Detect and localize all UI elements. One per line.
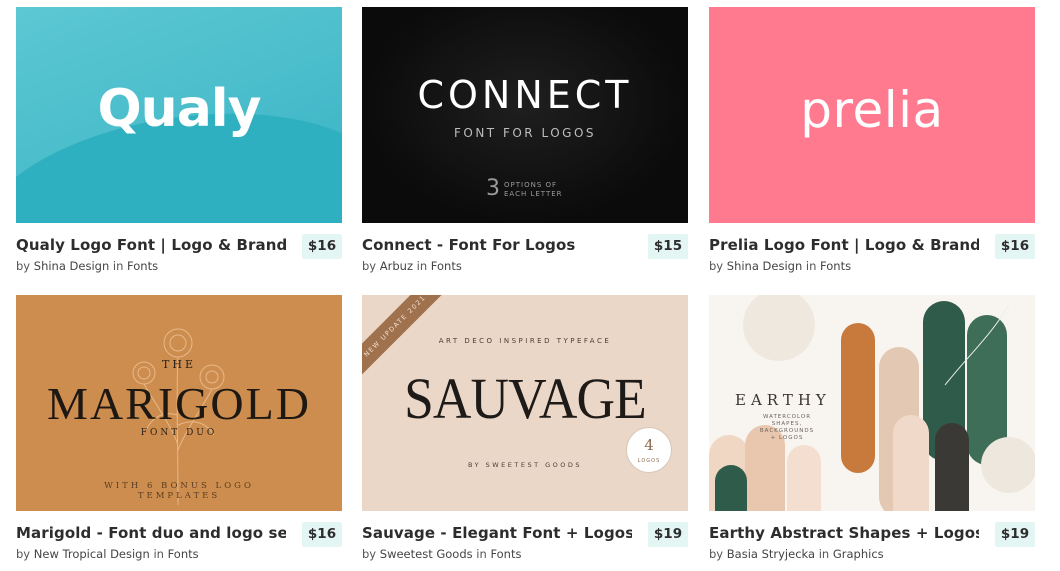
product-thumbnail[interactable]: prelia — [709, 7, 1035, 223]
product-meta: Prelia Logo Font | Logo & Branding by Sh… — [709, 223, 1035, 275]
thumbnail-logo-text: CONNECT — [417, 73, 633, 117]
options-text: OPTIONS OF EACH LETTER — [504, 177, 563, 199]
thumbnail-logo-text: Qualy — [97, 79, 261, 139]
thumbnail-logo-text: SAUVAGE — [404, 366, 647, 431]
author-link[interactable]: Sweetest Goods — [380, 547, 473, 561]
category-link[interactable]: Fonts — [127, 259, 158, 273]
badge-number: 4 — [644, 436, 654, 454]
product-card[interactable]: THE MARIGOLD FONT DUO WITH 6 BONUS LOGO … — [16, 295, 342, 563]
product-byline: by Arbuz in Fonts — [362, 259, 462, 273]
category-link[interactable]: Graphics — [833, 547, 884, 561]
by-label: by — [362, 547, 377, 561]
product-meta: Sauvage - Elegant Font + Logos by Sweete… — [362, 511, 688, 563]
product-title[interactable]: Sauvage - Elegant Font + Logos — [362, 524, 632, 542]
category-link[interactable]: Fonts — [168, 547, 199, 561]
bonus-line-1: WITH 6 BONUS LOGO — [104, 481, 254, 491]
thumbnail-logo-text: MARIGOLD — [47, 378, 311, 429]
bonus-line-2: TEMPLATES — [137, 491, 221, 501]
author-link[interactable]: Arbuz — [380, 259, 413, 273]
product-card[interactable]: CONNECT FONT FOR LOGOS 3 OPTIONS OF EACH… — [362, 7, 688, 275]
sub-line-3: + LOGOS — [770, 435, 804, 441]
product-meta: Marigold - Font duo and logo set by New … — [16, 511, 342, 563]
product-title[interactable]: Qualy Logo Font | Logo & Branding — [16, 236, 286, 254]
price-badge: $16 — [302, 522, 342, 547]
product-meta: Earthy Abstract Shapes + Logos by Basia … — [709, 511, 1035, 563]
category-link[interactable]: Fonts — [820, 259, 851, 273]
product-thumbnail[interactable]: CONNECT FONT FOR LOGOS 3 OPTIONS OF EACH… — [362, 7, 688, 223]
author-link[interactable]: Shina Design — [34, 259, 109, 273]
category-link[interactable]: Fonts — [431, 259, 462, 273]
author-link[interactable]: New Tropical Design — [34, 547, 150, 561]
in-label: in — [153, 547, 164, 561]
price-badge: $15 — [648, 234, 688, 259]
product-byline: by Sweetest Goods in Fonts — [362, 547, 521, 561]
thumbnail-badge: 4 LOGOS — [626, 427, 672, 473]
product-card[interactable]: EARTHY WATERCOLOR SHAPES, BACKGROUNDS + … — [709, 295, 1035, 563]
product-title[interactable]: Prelia Logo Font | Logo & Branding — [709, 236, 979, 254]
product-title[interactable]: Connect - Font For Logos — [362, 236, 632, 254]
in-label: in — [805, 259, 817, 273]
thumbnail-tagline: ART DECO INSPIRED TYPEFACE — [438, 337, 612, 345]
thumbnail-subtitle: FONT FOR LOGOS — [453, 126, 597, 140]
product-card[interactable]: Qualy Qualy Logo Font | Logo & Branding … — [16, 7, 342, 275]
badge-label: LOGOS — [637, 458, 661, 464]
product-card[interactable]: NEW UPDATE 2021 ART DECO INSPIRED TYPEFA… — [362, 295, 688, 563]
by-label: by — [16, 259, 31, 273]
in-label: in — [112, 259, 124, 273]
thumbnail-bonus-note: WITH 6 BONUS LOGO TEMPLATES — [16, 481, 342, 501]
category-link[interactable]: Fonts — [490, 547, 521, 561]
by-label: by — [709, 547, 724, 561]
author-link[interactable]: Shina Design — [727, 259, 802, 273]
price-badge: $19 — [995, 522, 1035, 547]
sub-line-2: BACKGROUNDS — [759, 428, 815, 434]
thumbnail-logo-text: prelia — [800, 81, 944, 139]
product-byline: by Basia Stryjecka in Graphics — [709, 547, 884, 561]
product-byline: by New Tropical Design in Fonts — [16, 547, 199, 561]
product-byline: by Shina Design in Fonts — [709, 259, 851, 273]
sub-line-1: WATERCOLOR SHAPES, — [762, 414, 812, 427]
product-title[interactable]: Marigold - Font duo and logo set — [16, 524, 286, 542]
thumbnail-the: THE — [162, 358, 196, 371]
thumbnail-subtitle: WATERCOLOR SHAPES, BACKGROUNDS + LOGOS — [747, 414, 827, 442]
thumbnail-logo-text: EARTHY — [735, 391, 831, 409]
in-label: in — [818, 547, 830, 561]
product-card[interactable]: prelia Prelia Logo Font | Logo & Brandin… — [709, 7, 1035, 275]
price-badge: $16 — [995, 234, 1035, 259]
product-title[interactable]: Earthy Abstract Shapes + Logos — [709, 524, 979, 542]
options-line-1: OPTIONS OF — [504, 181, 558, 189]
thumbnail-options-note: 3 OPTIONS OF EACH LETTER — [486, 177, 563, 201]
by-label: by — [16, 547, 31, 561]
options-line-2: EACH LETTER — [504, 190, 563, 198]
author-link[interactable]: Basia Stryjecka — [727, 547, 815, 561]
product-thumbnail[interactable]: Qualy — [16, 7, 342, 223]
product-thumbnail[interactable]: EARTHY WATERCOLOR SHAPES, BACKGROUNDS + … — [709, 295, 1035, 511]
product-thumbnail[interactable]: NEW UPDATE 2021 ART DECO INSPIRED TYPEFA… — [362, 295, 688, 511]
price-badge: $16 — [302, 234, 342, 259]
price-badge: $19 — [648, 522, 688, 547]
product-thumbnail[interactable]: THE MARIGOLD FONT DUO WITH 6 BONUS LOGO … — [16, 295, 342, 511]
by-label: by — [362, 259, 377, 273]
thumbnail-subtitle: FONT DUO — [140, 428, 218, 438]
product-meta: Connect - Font For Logos by Arbuz in Fon… — [362, 223, 688, 275]
in-label: in — [476, 547, 487, 561]
by-label: by — [709, 259, 724, 273]
product-meta: Qualy Logo Font | Logo & Branding by Shi… — [16, 223, 342, 275]
options-number: 3 — [486, 176, 500, 201]
in-label: in — [416, 259, 428, 273]
product-byline: by Shina Design in Fonts — [16, 259, 158, 273]
